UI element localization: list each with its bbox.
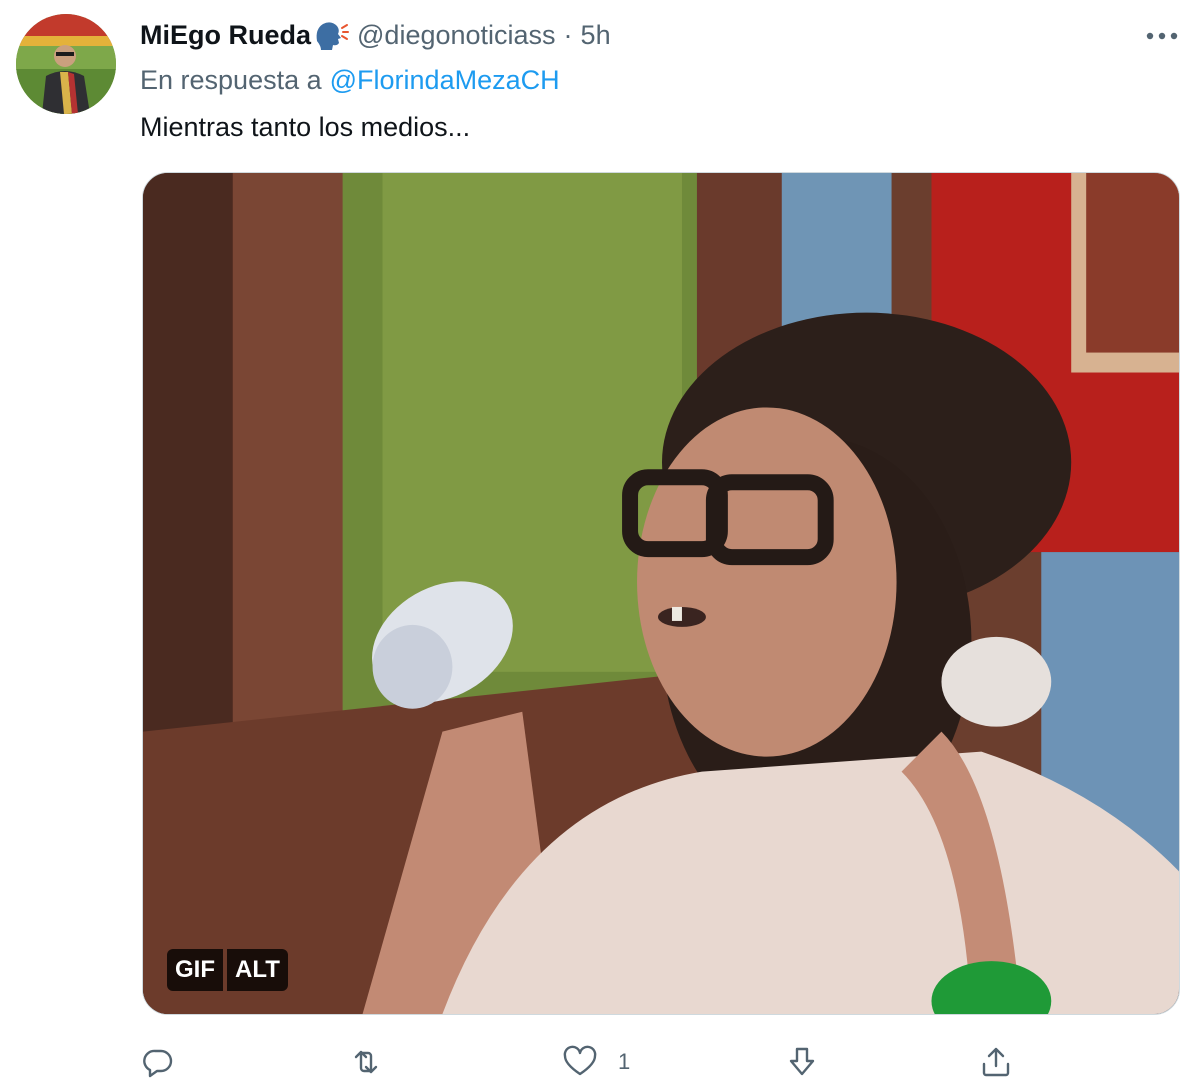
reply-icon (143, 1049, 173, 1078)
avatar-image (16, 14, 116, 114)
heart-icon (563, 1045, 597, 1076)
reply-prefix: En respuesta a (140, 64, 322, 95)
display-name[interactable]: MiEgo Rueda (140, 20, 311, 51)
gif-badge: GIF (167, 949, 223, 991)
action-bar: 1 (140, 1040, 1040, 1084)
speaking-head-icon (313, 19, 350, 51)
tweet: MiEgo Rueda @diegonoticiass · 5h En resp… (0, 0, 1200, 1085)
tweet-text: Mientras tanto los medios... (140, 111, 471, 142)
more-horizontal-icon[interactable] (1140, 22, 1184, 50)
reply-context: En respuesta a @FlorindaMezaCH (140, 62, 560, 98)
retweet-icon (354, 1050, 378, 1074)
share-button[interactable] (978, 1040, 1014, 1084)
user-handle[interactable]: @diegonoticiass (357, 20, 556, 51)
media-badges: GIF ALT (167, 949, 288, 991)
like-button[interactable]: 1 (562, 1040, 630, 1084)
gif-media[interactable]: GIF ALT (142, 172, 1180, 1015)
like-count: 1 (618, 1049, 631, 1074)
tweet-header: MiEgo Rueda @diegonoticiass · 5h (140, 16, 611, 54)
alt-badge[interactable]: ALT (227, 949, 288, 991)
gif-frame (143, 173, 1179, 1014)
retweet-button[interactable] (348, 1040, 404, 1084)
download-button[interactable] (784, 1040, 820, 1084)
download-icon (789, 1047, 815, 1076)
avatar[interactable] (16, 14, 116, 114)
share-icon (982, 1047, 1010, 1077)
timestamp[interactable]: 5h (581, 20, 611, 51)
reply-button[interactable] (140, 1040, 196, 1084)
reply-mention-link[interactable]: @FlorindaMezaCH (330, 65, 560, 96)
separator-dot: · (563, 19, 573, 50)
